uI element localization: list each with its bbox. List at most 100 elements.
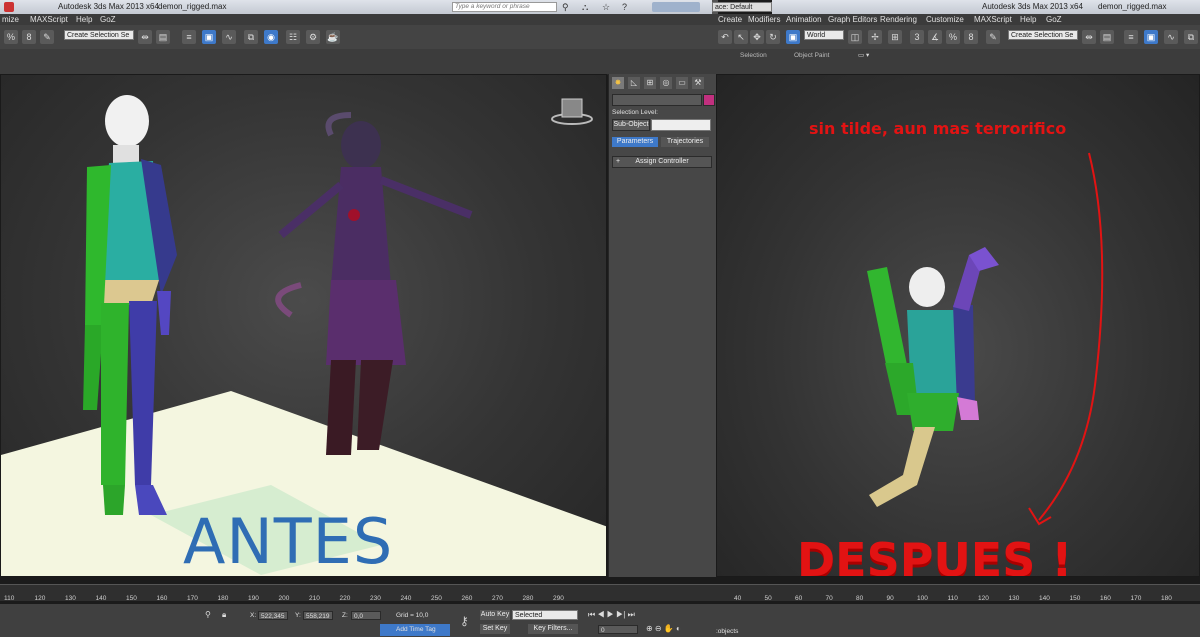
timeline-tick-label: 240 [400,595,412,602]
right-edit-named-selection-icon[interactable]: ✎ [986,30,1000,44]
ribbon-tab-selection[interactable]: Selection [740,52,767,59]
material-editor-icon[interactable]: ◉ [264,30,278,44]
right-mirror-icon[interactable]: ⇹ [1082,30,1096,44]
binoculars-icon[interactable]: ⚲ [562,0,569,14]
communication-center-icon[interactable]: ⛬ [582,0,588,14]
sub-object-dropdown[interactable] [651,119,711,131]
snaps-toggle-icon[interactable]: 3 [910,30,924,44]
right-named-selection-set[interactable]: Create Selection Se [1008,30,1078,40]
edit-named-selection-icon[interactable]: ✎ [40,30,54,44]
right-viewport[interactable]: sin tilde, aun mas terrorifico DESPUES ! [716,74,1200,577]
help-icon[interactable]: ? [622,0,627,14]
z-coordinate-field[interactable]: 0,0 [351,611,381,620]
graphite-tools-icon[interactable]: ▣ [202,30,216,44]
right-spinner-snap-icon[interactable]: 8 [964,30,978,44]
right-menu-item[interactable]: Rendering [880,14,917,25]
demon-model[interactable] [275,112,473,455]
right-graphite-icon[interactable]: ▣ [1144,30,1158,44]
menu-maxscript[interactable]: MAXScript [30,14,68,25]
right-menu-item[interactable]: Help [1020,14,1036,25]
object-name-field[interactable] [612,94,702,106]
timeline-tick-label: 220 [339,595,351,602]
timeline-tick-label: 160 [156,595,168,602]
select-rotate-icon[interactable]: ↻ [766,30,780,44]
timeline-tick-label: 60 [795,595,803,602]
window-controls[interactable] [652,2,700,12]
y-coordinate-field[interactable]: 558,219 [303,611,333,620]
modify-tab-icon[interactable]: ◺ [628,77,640,89]
posed-mannequin[interactable] [867,247,999,507]
auto-key-button[interactable]: Auto Key [480,610,510,620]
named-selection-set[interactable]: Create Selection Se [64,30,134,40]
mirror-icon[interactable]: ⇹ [138,30,152,44]
search-input[interactable]: Type a keyword or phrase [452,2,557,12]
motion-tab-icon[interactable]: ◎ [660,77,672,89]
tab-parameters[interactable]: Parameters [612,137,658,147]
right-time-ruler[interactable]: 40 50 60 70 80 90 100 110 120 130 140 150 160 170 180 [716,584,1200,602]
x-coordinate-field[interactable]: 522,345 [258,611,288,620]
menu-goz[interactable]: GoZ [100,14,116,25]
timeline-tick-label: 40 [734,595,742,602]
sub-object-button[interactable]: Sub-Object [612,119,650,131]
key-icon[interactable]: ⚷ [460,614,469,628]
align-icon[interactable]: ▤ [156,30,170,44]
select-manipulate-icon[interactable]: ✢ [868,30,882,44]
favorites-icon[interactable]: ☆ [602,0,610,14]
spinner-snap-icon[interactable]: 8 [22,30,36,44]
object-color-swatch[interactable] [703,94,715,106]
right-percent-snap-icon[interactable]: % [946,30,960,44]
timeline-tick-label: 120 [34,595,46,602]
layer-manager-icon[interactable]: ≡ [182,30,196,44]
menu-help[interactable]: Help [76,14,92,25]
right-menu-item[interactable]: Modifiers [748,14,780,25]
right-menu-item[interactable]: Create [718,14,742,25]
right-align-icon[interactable]: ▤ [1100,30,1114,44]
keyboard-shortcut-icon[interactable]: ⊞ [888,30,902,44]
schematic-view-icon[interactable]: ⧉ [244,30,258,44]
reference-coordinate-dropdown[interactable]: World [804,30,844,40]
set-key-button[interactable]: Set Key [480,624,510,634]
lock-icon[interactable]: ⚲ [205,610,211,619]
hierarchy-tab-icon[interactable]: ⊞ [644,77,656,89]
key-mode-dropdown[interactable]: Selected [512,610,578,620]
right-curve-editor-icon[interactable]: ∿ [1164,30,1178,44]
ribbon-options-icon[interactable]: ▭ ▾ [858,51,869,59]
tab-trajectories[interactable]: Trajectories [661,137,709,147]
percent-snap-icon[interactable]: % [4,30,18,44]
add-time-tag-button[interactable]: Add Time Tag [380,624,450,636]
select-object-icon[interactable]: ↖ [734,30,748,44]
key-filters-button[interactable]: Key Filters... [528,624,578,634]
utilities-tab-icon[interactable]: ⚒ [692,77,704,89]
right-menu-item[interactable]: GoZ [1046,14,1062,25]
curve-editor-icon[interactable]: ∿ [222,30,236,44]
create-tab-icon[interactable]: ✸ [612,77,624,89]
rollout-toggle[interactable]: + [616,157,620,167]
assign-controller-rollout[interactable]: + Assign Controller [612,156,712,168]
viewcube-icon[interactable] [551,98,593,125]
right-menu-item[interactable]: Graph Editors [828,14,877,25]
left-viewport[interactable]: ANTES [0,74,607,577]
angle-snap-icon[interactable]: ∡ [928,30,942,44]
pivot-center-icon[interactable]: ◫ [848,30,862,44]
right-layer-icon[interactable]: ≡ [1124,30,1138,44]
undo-icon[interactable]: ↶ [718,30,732,44]
right-menu-item[interactable]: MAXScript [974,14,1012,25]
render-production-icon[interactable]: ☕ [326,30,340,44]
menu-customize[interactable]: mize [2,14,19,25]
right-schematic-icon[interactable]: ⧉ [1184,30,1198,44]
select-scale-icon[interactable]: ▣ [786,30,800,44]
ribbon-tab-object-paint[interactable]: Object Paint [794,52,829,59]
current-frame-field[interactable]: 0 [598,625,638,634]
playback-controls[interactable]: ⏮ ◀ ▶ ▶| ⏭ [588,610,635,620]
display-tab-icon[interactable]: ▭ [676,77,688,89]
left-time-ruler[interactable]: 110 120 130 140 150 160 170 180 190 200 210 220 230 2… [0,584,716,602]
left-scene [1,95,606,576]
right-menu-item[interactable]: Customize [926,14,964,25]
timeline-tick-label: 150 [1069,595,1081,602]
rendered-frame-icon[interactable]: ⚙ [306,30,320,44]
select-move-icon[interactable]: ✥ [750,30,764,44]
nav-controls[interactable]: ⊕ ⊖ ✋ ◐ [646,624,681,633]
render-setup-icon[interactable]: ☷ [286,30,300,44]
right-menu-item[interactable]: Animation [786,14,822,25]
selection-lock-icon[interactable]: 🔒︎ [222,610,226,620]
